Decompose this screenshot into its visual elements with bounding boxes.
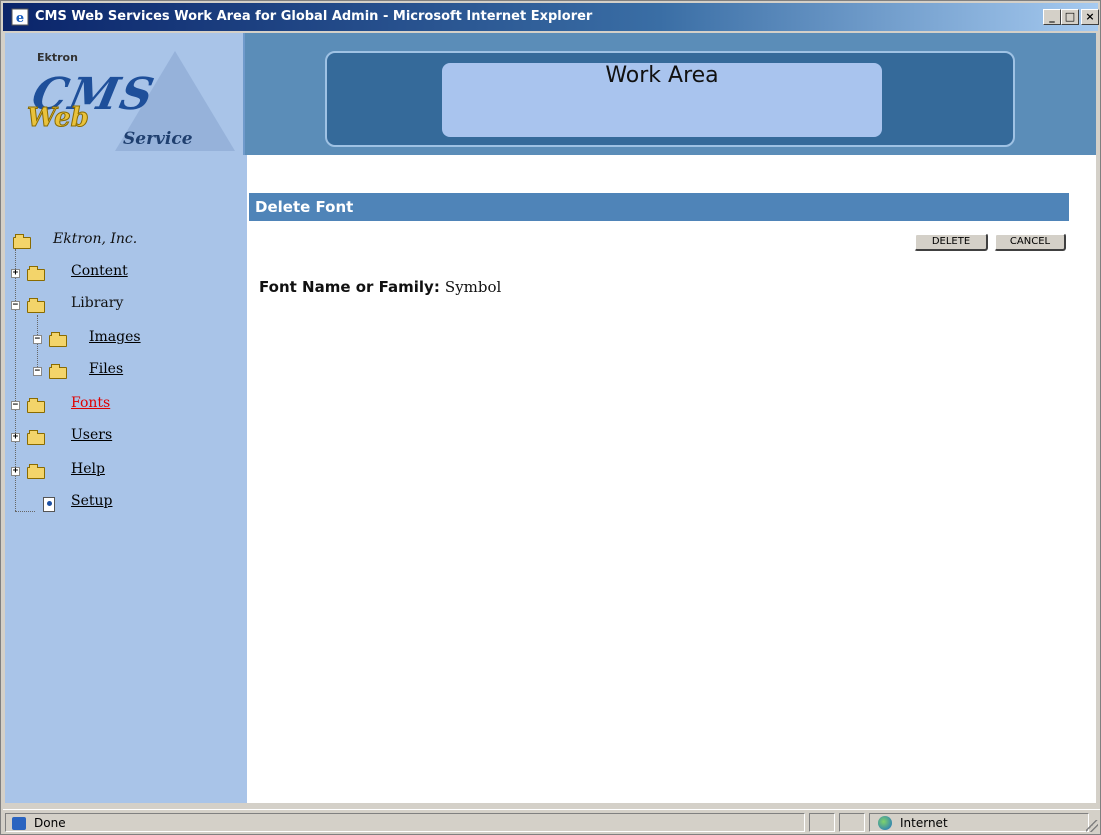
work-area-banner: Work Area	[442, 63, 882, 137]
logo-brand: Ektron	[37, 51, 78, 64]
expand-icon[interactable]: +	[11, 467, 20, 476]
font-name-value: Symbol	[444, 278, 502, 296]
collapse-icon[interactable]: −	[33, 367, 42, 376]
globe-icon	[878, 816, 892, 830]
sidebar-item-label[interactable]: Setup	[71, 493, 112, 509]
folder-open-icon	[13, 234, 31, 249]
zone-label: Internet	[900, 816, 948, 830]
browser-window: e CMS Web Services Work Area for Global …	[0, 0, 1101, 835]
collapse-icon[interactable]: −	[33, 335, 42, 344]
sidebar-item-label: Ektron, Inc.	[53, 231, 138, 247]
status-bar: Done Internet	[3, 809, 1100, 834]
maximize-button[interactable]: □	[1061, 9, 1079, 25]
status-cell	[809, 813, 835, 832]
sidebar-item-label[interactable]: Help	[71, 461, 105, 477]
svg-text:e: e	[16, 11, 24, 26]
folder-open-icon	[27, 298, 45, 313]
resize-grip[interactable]	[1086, 820, 1098, 832]
status-cell	[839, 813, 865, 832]
delete-button[interactable]: DELETE	[914, 233, 988, 251]
page-done-icon	[12, 817, 26, 830]
security-zone[interactable]: Internet	[869, 813, 1089, 832]
sidebar-tree: Ektron, Inc. + Content − Library − Image…	[5, 155, 247, 803]
status-text: Done	[34, 816, 66, 830]
document-icon	[43, 497, 55, 512]
sidebar-item-label[interactable]: Fonts	[71, 395, 110, 411]
sidebar-item-label[interactable]: Files	[89, 361, 123, 377]
logo-service: Service	[123, 129, 193, 149]
folder-icon	[27, 430, 45, 445]
expand-icon[interactable]: +	[11, 433, 20, 442]
status-panel: Done	[5, 813, 805, 832]
tree-connector	[15, 511, 35, 512]
banner-title: Work Area	[605, 63, 719, 88]
page-title: Delete Font	[249, 193, 1069, 221]
page-content: Ektron CMS Web Service Work Area Ektron,…	[5, 33, 1096, 803]
font-name-row: Font Name or Family: Symbol	[259, 277, 501, 296]
window-title: CMS Web Services Work Area for Global Ad…	[35, 9, 593, 24]
close-button[interactable]: ×	[1081, 9, 1099, 25]
collapse-icon[interactable]: −	[11, 301, 20, 310]
sidebar-item-label[interactable]: Images	[89, 329, 141, 345]
font-name-label: Font Name or Family:	[259, 278, 440, 296]
logo-web: Web	[27, 103, 90, 134]
folder-open-icon	[49, 364, 67, 379]
folder-open-icon	[49, 332, 67, 347]
internet-explorer-icon: e	[11, 8, 29, 26]
folder-open-icon	[27, 398, 45, 413]
sidebar-item-label: Library	[71, 295, 124, 311]
collapse-icon[interactable]: −	[11, 401, 20, 410]
folder-icon	[27, 266, 45, 281]
sidebar-item-label[interactable]: Users	[71, 427, 112, 443]
minimize-button[interactable]: _	[1043, 9, 1061, 25]
page-header: Ektron CMS Web Service Work Area	[5, 33, 1096, 155]
cancel-button[interactable]: CANCEL	[994, 233, 1066, 251]
folder-icon	[27, 464, 45, 479]
sidebar-item-label[interactable]: Content	[71, 263, 128, 279]
cms-web-service-logo: Ektron CMS Web Service	[5, 33, 245, 155]
title-bar[interactable]: e CMS Web Services Work Area for Global …	[3, 3, 1099, 31]
expand-icon[interactable]: +	[11, 269, 20, 278]
